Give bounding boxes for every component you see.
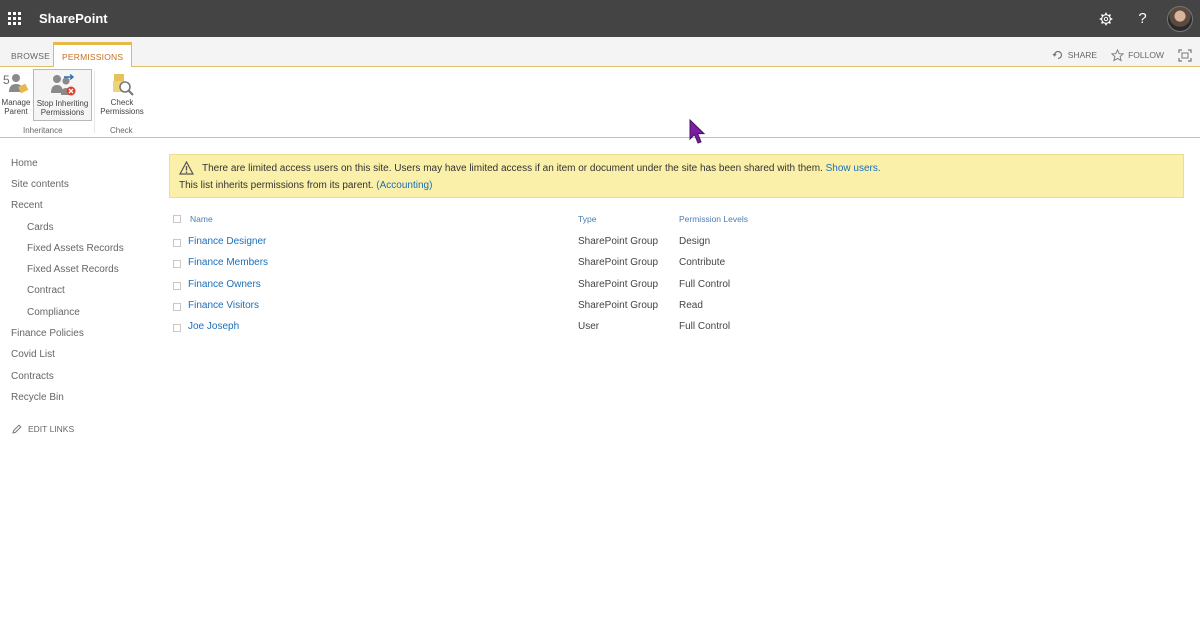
table-row[interactable]: Finance Visitors SharePoint Group Read (169, 300, 969, 318)
share-label: SHARE (1067, 50, 1098, 60)
row-permission-level: Design (679, 236, 711, 247)
svg-text:5: 5 (3, 73, 10, 87)
row-name-link[interactable]: Joe Joseph (188, 321, 239, 332)
settings-button[interactable] (1087, 0, 1124, 37)
notice-line-2: This list inherits permissions from its … (179, 180, 432, 191)
nav-item[interactable]: Fixed Asset Records (27, 264, 119, 275)
check-permissions-line1: Check (110, 98, 134, 107)
row-checkbox[interactable] (173, 239, 181, 247)
table-row[interactable]: Joe Joseph User Full Control (169, 321, 969, 339)
row-name-link[interactable]: Finance Owners (188, 279, 261, 290)
column-header-permission-levels[interactable]: Permission Levels (679, 214, 748, 224)
suite-bar: SharePoint ? (0, 0, 1200, 37)
pencil-icon (12, 424, 22, 434)
nav-item[interactable]: Recycle Bin (11, 392, 64, 403)
notice-text: There are limited access users on this s… (202, 163, 823, 174)
row-permission-level: Full Control (679, 278, 731, 290)
manage-parent-line2: Parent (4, 107, 28, 116)
suite-bar-right: ? (1087, 0, 1200, 37)
parent-site-link[interactable]: (Accounting) (376, 180, 432, 191)
row-name-link[interactable]: Finance Visitors (188, 300, 259, 311)
column-header-name[interactable]: Name (190, 214, 213, 224)
row-name-link[interactable]: Finance Members (188, 257, 268, 268)
app-launcher-button[interactable] (0, 0, 28, 37)
row-checkbox[interactable] (173, 302, 181, 311)
row-checkbox[interactable] (173, 281, 181, 290)
stop-inheriting-line1: Stop Inheriting (36, 99, 89, 108)
table-row[interactable]: Finance Designer SharePoint Group Design (169, 236, 969, 254)
share-icon (1052, 50, 1062, 60)
app-name[interactable]: SharePoint (39, 11, 108, 26)
page-actions: SHARE FOLLOW (1052, 44, 1192, 66)
check-permissions-line2: Permissions (100, 107, 144, 116)
focus-mode-button[interactable] (1178, 48, 1192, 62)
nav-item[interactable]: Covid List (11, 349, 55, 360)
table-row[interactable]: Finance Members SharePoint Group Contribut… (169, 257, 969, 275)
stop-inheriting-button[interactable]: Stop Inheriting Permissions (33, 69, 92, 121)
group-label-inheritance: Inheritance (23, 126, 63, 135)
waffle-icon (7, 12, 21, 25)
inherits-text: This list inherits permissions from its … (179, 180, 374, 191)
help-button[interactable]: ? (1124, 0, 1161, 37)
row-type: SharePoint Group (578, 236, 659, 247)
select-all-checkbox[interactable] (173, 215, 181, 223)
row-type: SharePoint Group (578, 278, 659, 290)
share-button[interactable]: SHARE (1052, 49, 1097, 61)
show-users-link[interactable]: Show users. (826, 163, 881, 174)
notice-line-1: There are limited access users on this s… (202, 163, 881, 174)
row-type: User (578, 321, 600, 333)
check-permissions-icon (108, 72, 136, 98)
stop-inheriting-icon (49, 73, 77, 99)
edit-links-button[interactable]: EDIT LINKS (12, 424, 74, 434)
warning-icon (179, 161, 194, 175)
row-name-link[interactable]: Finance Designer (188, 236, 266, 247)
edit-links-label: EDIT LINKS (28, 424, 75, 434)
row-checkbox[interactable] (173, 324, 181, 333)
nav-item[interactable]: Finance Policies (11, 328, 84, 339)
row-permission-level: Full Control (679, 321, 731, 333)
column-header-type[interactable]: Type (578, 214, 596, 224)
tab-browse[interactable]: BROWSE (3, 44, 58, 67)
manage-parent-icon: 5 (2, 72, 30, 98)
stop-inheriting-line2: Permissions (40, 108, 85, 117)
row-permission-level: Contribute (679, 257, 726, 269)
ribbon-tabs: BROWSE PERMISSIONS SHARE FOLLOW (0, 37, 1200, 68)
ribbon-group-divider (94, 71, 95, 133)
ribbon-panel: 5 Manage Parent Stop Inheriting Permissi… (0, 67, 1200, 138)
gear-icon (1099, 12, 1112, 25)
row-type: SharePoint Group (578, 257, 659, 269)
row-permission-level: Read (679, 299, 703, 311)
row-type: SharePoint Group (578, 299, 659, 311)
nav-item[interactable]: Cards (27, 222, 54, 233)
check-permissions-button[interactable]: Check Permissions (96, 69, 148, 121)
tab-permissions[interactable]: PERMISSIONS (53, 42, 133, 68)
manage-parent-line1: Manage (1, 98, 31, 107)
manage-parent-button[interactable]: 5 Manage Parent (0, 69, 32, 121)
follow-label: FOLLOW (1128, 50, 1164, 60)
help-icon: ? (1138, 10, 1147, 27)
nav-item[interactable]: Contracts (11, 371, 54, 382)
nav-item[interactable]: Home (11, 158, 38, 169)
nav-item[interactable]: Compliance (27, 307, 80, 318)
fullscreen-icon (1178, 48, 1192, 62)
mouse-cursor-icon (689, 119, 706, 144)
table-row[interactable]: Finance Owners SharePoint Group Full Contr… (169, 279, 969, 297)
limited-access-notice: There are limited access users on this s… (169, 154, 1184, 198)
follow-button[interactable]: FOLLOW (1111, 48, 1164, 62)
group-label-check: Check (110, 126, 133, 135)
row-checkbox[interactable] (173, 260, 181, 269)
nav-item[interactable]: Site contents (11, 179, 69, 190)
star-icon (1111, 48, 1125, 62)
user-avatar[interactable] (1167, 5, 1193, 32)
nav-item[interactable]: Fixed Assets Records (27, 243, 124, 254)
nav-item[interactable]: Recent (11, 200, 43, 211)
nav-item[interactable]: Contract (27, 285, 65, 296)
